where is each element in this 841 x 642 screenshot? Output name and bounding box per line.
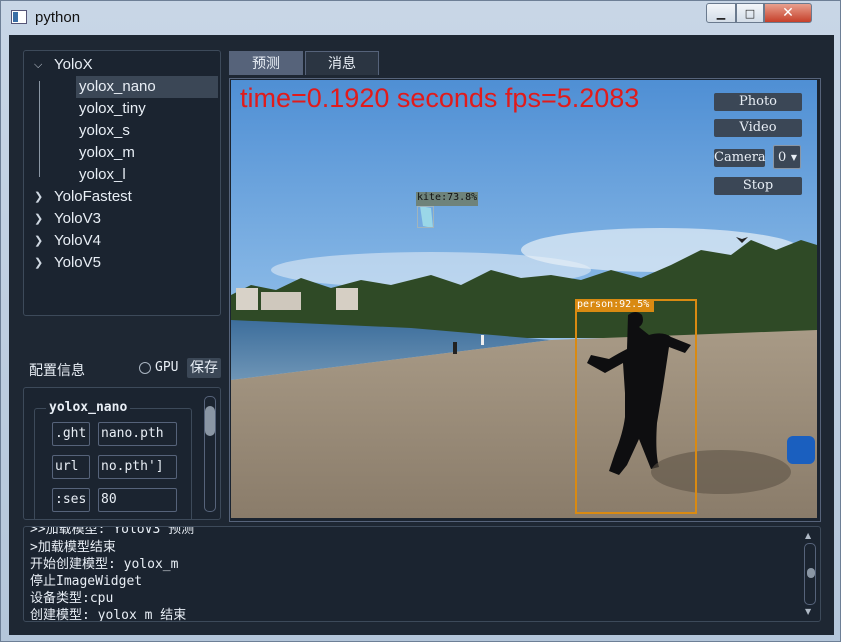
config-key-field[interactable]: :ses [52, 488, 90, 512]
window-title: python [35, 9, 81, 26]
tree-item-label: yolox_nano [79, 78, 156, 95]
chevron-right-icon[interactable]: ❯ [34, 208, 43, 230]
config-panel: yolox_nano .ght nano.pth url no.pth'] :s… [23, 387, 221, 520]
maximize-button[interactable]: □ [736, 3, 764, 23]
config-scrollbar-thumb[interactable] [205, 406, 215, 436]
tree-group-yolov5[interactable]: ❯ YoloV5 [24, 252, 218, 274]
config-key-field[interactable]: .ght [52, 422, 90, 446]
log-scrollbar-thumb[interactable] [807, 568, 815, 578]
tree-group-label: YoloV4 [54, 232, 101, 249]
camera-index-value: 0 [778, 150, 787, 165]
config-model-name: yolox_nano [46, 400, 131, 415]
tree-group-label: YoloFastest [54, 188, 132, 205]
tree-item-label: yolox_m [79, 144, 135, 161]
scroll-down-icon[interactable]: ▼ [805, 607, 811, 616]
tab-messages[interactable]: 消息 [305, 51, 379, 75]
tree-group-label: YoloV3 [54, 210, 101, 227]
tree-item-label: yolox_tiny [79, 100, 146, 117]
log-line: 创建模型: yolox_m 结束 [30, 608, 187, 622]
log-panel[interactable]: >>加载模型: YoloV3 预测 >加载模型结束 开始创建模型: yolox_… [23, 526, 821, 622]
detection-box-person [575, 299, 697, 514]
detection-box-kite [417, 206, 434, 228]
prediction-view: kite:73.8% person:92.5% time=0.1920 seco… [229, 78, 821, 522]
stop-button[interactable]: Stop [714, 177, 802, 195]
config-value-field[interactable]: 80 [98, 488, 177, 512]
chevron-right-icon[interactable]: ❯ [34, 230, 43, 252]
video-button[interactable]: Video [714, 119, 802, 137]
chevron-down-icon[interactable]: ⌵ [34, 54, 42, 76]
camera-index-select[interactable]: 0 ▼ [773, 145, 801, 169]
tree-group-label: YoloX [54, 56, 93, 73]
tab-predict[interactable]: 预测 [229, 51, 303, 75]
config-value-field[interactable]: no.pth'] [98, 455, 177, 479]
scroll-up-icon[interactable]: ▲ [805, 531, 811, 540]
title-bar[interactable]: python ▁ □ ✕ [1, 1, 840, 35]
chevron-down-icon: ▼ [790, 153, 797, 162]
tree-item-yolox-m[interactable]: yolox_m [76, 142, 218, 164]
tree-item-label: yolox_l [79, 166, 126, 183]
beach-scene-image [231, 80, 817, 518]
tree-item-yolox-s[interactable]: yolox_s [76, 120, 218, 142]
chevron-right-icon[interactable]: ❯ [34, 252, 43, 274]
tree-guide-line [39, 81, 40, 177]
tree-item-yolox-tiny[interactable]: yolox_tiny [76, 98, 218, 120]
client-area: ⌵ YoloX yolox_nano yolox_tiny yolox_s yo… [9, 35, 834, 635]
app-window: python ▁ □ ✕ ⌵ YoloX yolox_nano yolox_ti… [0, 0, 841, 642]
tree-item-yolox-nano[interactable]: yolox_nano [76, 76, 218, 98]
tab-bar: 预测 消息 [229, 51, 381, 75]
gpu-radio[interactable] [139, 362, 151, 374]
window-controls: ▁ □ ✕ [706, 3, 812, 25]
model-tree[interactable]: ⌵ YoloX yolox_nano yolox_tiny yolox_s yo… [23, 50, 221, 316]
detection-label-person: person:92.5% [577, 299, 650, 310]
chevron-right-icon[interactable]: ❯ [34, 186, 43, 208]
timing-readout: time=0.1920 seconds fps=5.2083 [240, 83, 640, 113]
tree-group-label: YoloV5 [54, 254, 101, 271]
minimize-button[interactable]: ▁ [706, 3, 736, 23]
camera-button[interactable]: Camera [714, 149, 766, 167]
detection-label-kite: kite:73.8% [417, 192, 478, 203]
config-label: 配置信息 [29, 363, 85, 379]
tree-group-yolov4[interactable]: ❯ YoloV4 [24, 230, 218, 252]
config-value-field[interactable]: nano.pth [98, 422, 177, 446]
tree-group-yolofastest[interactable]: ❯ YoloFastest [24, 186, 218, 208]
app-icon [11, 10, 27, 24]
config-key-field[interactable]: url [52, 455, 90, 479]
close-button[interactable]: ✕ [764, 3, 812, 23]
tree-item-label: yolox_s [79, 122, 130, 139]
photo-button[interactable]: Photo [714, 93, 802, 111]
gpu-label[interactable]: GPU [155, 360, 178, 375]
tree-group-yolox[interactable]: ⌵ YoloX [24, 54, 218, 76]
tree-group-yolov3[interactable]: ❯ YoloV3 [24, 208, 218, 230]
save-button[interactable]: 保存 [187, 358, 221, 378]
tree-item-yolox-l[interactable]: yolox_l [76, 164, 218, 186]
